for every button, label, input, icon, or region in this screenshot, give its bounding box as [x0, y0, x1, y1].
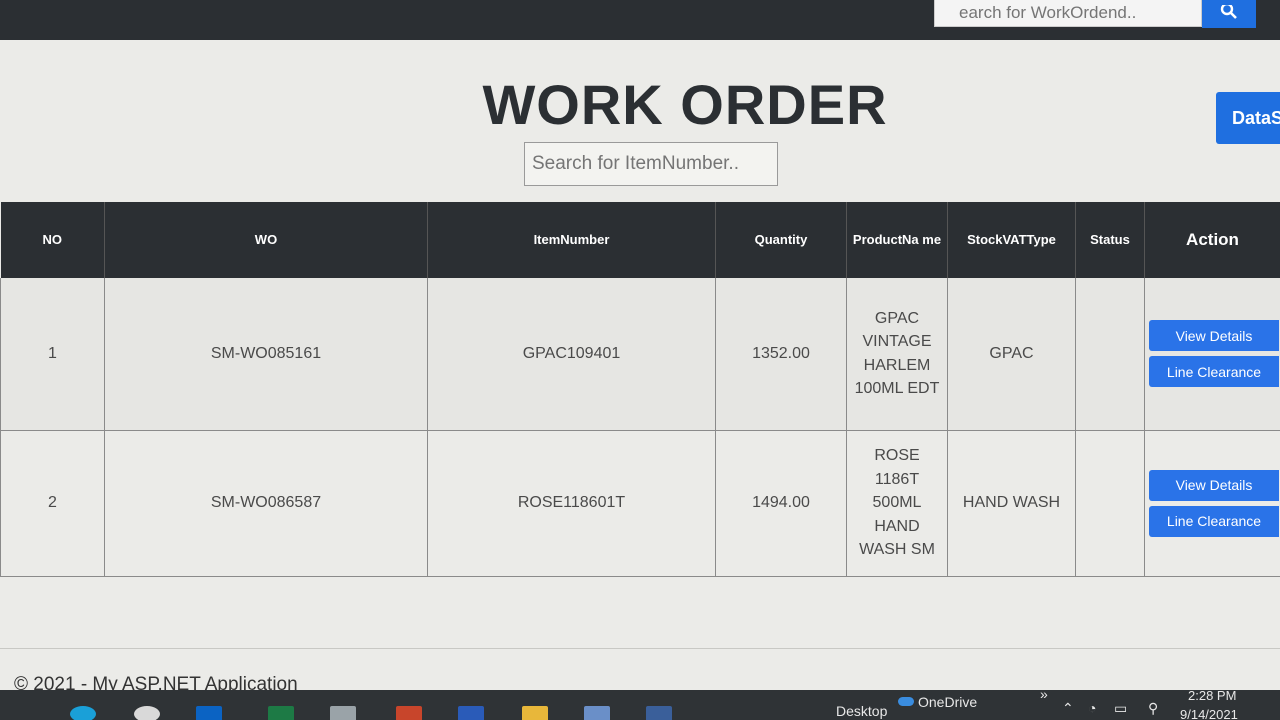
page-title: WORK ORDER [482, 73, 888, 136]
excel-icon[interactable] [268, 706, 294, 720]
cell-product-name: ROSE 1186T 500ML HAND WASH SM [846, 430, 948, 577]
table-row: 2 SM-WO086587 ROSE118601T 1494.00 ROSE 1… [0, 430, 1280, 577]
work-order-table: NO WO ItemNumber Quantity ProductNa me S… [0, 202, 1280, 577]
word-icon[interactable] [458, 706, 484, 720]
item-number-search-input[interactable] [524, 142, 778, 186]
onedrive-icon[interactable] [898, 697, 914, 706]
column-header-stock-vat-type[interactable]: StockVATType [947, 202, 1076, 278]
footer-divider [0, 648, 1280, 649]
column-header-wo[interactable]: WO [104, 202, 428, 278]
tray-up-icon[interactable]: ⌃ [1062, 700, 1074, 717]
cell-quantity: 1352.00 [715, 278, 847, 431]
column-header-quantity[interactable]: Quantity [715, 202, 847, 278]
powerpoint-icon[interactable] [396, 706, 422, 720]
battery-icon[interactable]: ▭ [1114, 700, 1127, 717]
nsz-app-icon[interactable] [646, 706, 672, 720]
table-header-row: NO WO ItemNumber Quantity ProductNa me S… [0, 202, 1280, 278]
cell-stock-vat-type: GPAC [947, 278, 1076, 431]
cell-item-number: GPAC109401 [427, 278, 716, 431]
line-clearance-button[interactable]: Line Clearance [1149, 356, 1279, 388]
cell-stock-vat-type: HAND WASH [947, 430, 1076, 577]
desktop-toolbar-label[interactable]: Desktop [836, 703, 887, 719]
app-icon[interactable] [330, 706, 356, 720]
column-header-status[interactable]: Status [1075, 202, 1145, 278]
chevron-icon[interactable]: » [1040, 686, 1048, 702]
outlook-icon[interactable] [196, 706, 222, 720]
view-details-button[interactable]: View Details [1149, 320, 1279, 352]
clock-date[interactable]: 9/14/2021 [1180, 707, 1238, 720]
cell-status [1075, 278, 1145, 431]
line-clearance-button[interactable]: Line Clearance [1149, 505, 1279, 537]
network-icon[interactable]: ◔ [1088, 700, 1096, 716]
search-button[interactable] [1202, 0, 1256, 28]
cell-no: 1 [0, 278, 105, 431]
search-icon [1220, 2, 1237, 19]
column-header-action: Action [1144, 202, 1280, 278]
cell-action: View Details Line Clearance [1144, 278, 1280, 431]
cell-product-name: GPAC VINTAGE HARLEM 100ML EDT [846, 278, 948, 431]
link-icon[interactable]: ⚲ [1148, 700, 1158, 717]
cell-quantity: 1494.00 [715, 430, 847, 577]
clock-time[interactable]: 2:28 PM [1188, 688, 1236, 703]
cell-item-number: ROSE118601T [427, 430, 716, 577]
cell-wo: SM-WO086587 [104, 430, 428, 577]
browser-icon[interactable] [134, 706, 160, 720]
cell-status [1075, 430, 1145, 577]
onedrive-label[interactable]: OneDrive [918, 694, 977, 710]
cell-action: View Details Line Clearance [1144, 430, 1280, 577]
table-row: 1 SM-WO085161 GPAC109401 1352.00 GPAC VI… [0, 278, 1280, 431]
cell-no: 2 [0, 430, 105, 577]
workorder-search-input[interactable] [934, 0, 1202, 27]
view-details-button[interactable]: View Details [1149, 469, 1279, 501]
column-header-product-name[interactable]: ProductNa me [846, 202, 948, 278]
cell-wo: SM-WO085161 [104, 278, 428, 431]
file-explorer-icon[interactable] [522, 706, 548, 720]
column-header-no[interactable]: NO [0, 202, 105, 278]
remote-desktop-icon[interactable] [584, 706, 610, 720]
edge-icon[interactable] [70, 706, 96, 720]
dataset-button[interactable]: DataS [1216, 92, 1280, 144]
column-header-item-number[interactable]: ItemNumber [427, 202, 716, 278]
